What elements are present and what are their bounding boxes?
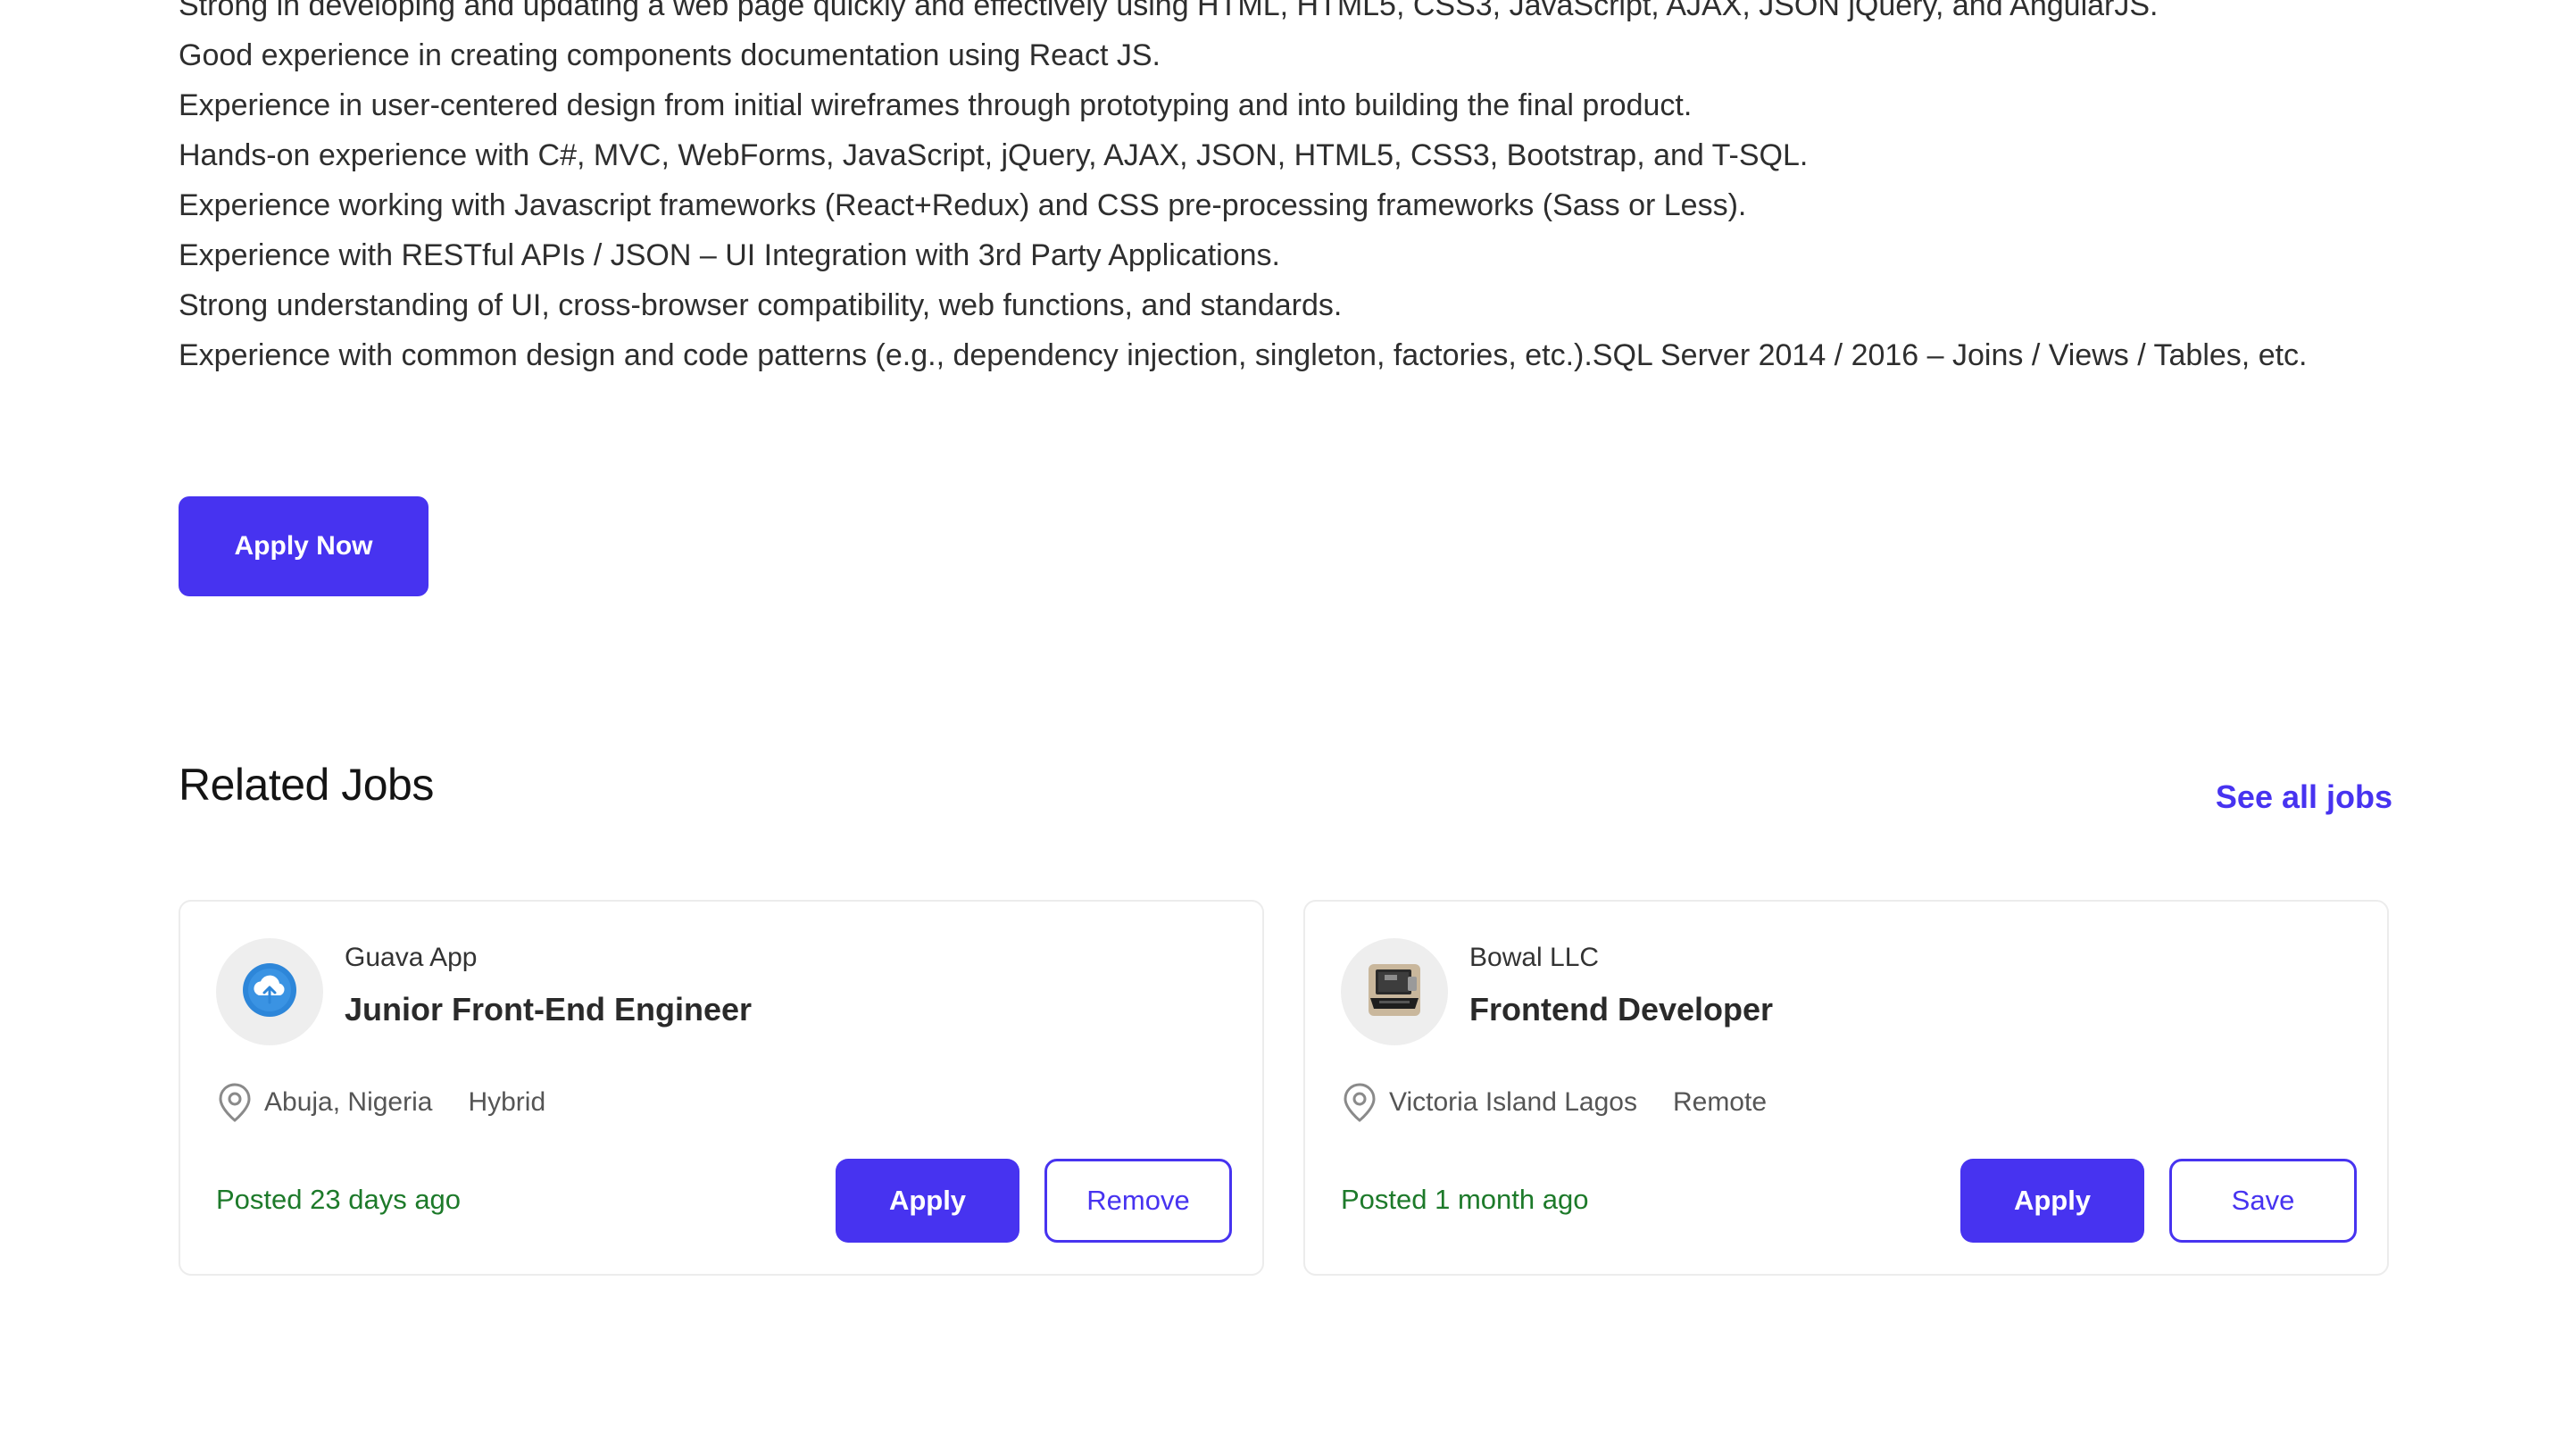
apply-button[interactable]: Apply [1960, 1159, 2144, 1243]
requirement-item: Strong in developing and updating a web … [179, 0, 2159, 22]
job-location: Victoria Island Lagos [1389, 1087, 1637, 1117]
posted-date: Posted 23 days ago [216, 1184, 462, 1215]
location-pin-icon [216, 1082, 254, 1123]
apply-now-button[interactable]: Apply Now [179, 496, 428, 596]
company-logo [216, 938, 323, 1045]
job-title[interactable]: Frontend Developer [1469, 991, 1773, 1028]
requirements-list: Strong in developing and updating a web … [179, 0, 2308, 380]
job-card[interactable]: Guava App Junior Front-End Engineer Abuj… [179, 900, 1264, 1276]
requirement-item: Experience with RESTful APIs / JSON – UI… [179, 238, 1280, 272]
company-logo [1341, 938, 1448, 1045]
requirement-item: Strong understanding of UI, cross-browse… [179, 288, 1343, 322]
company-name: Bowal LLC [1469, 943, 1600, 972]
requirement-item: Good experience in creating components d… [179, 38, 1161, 72]
job-meta: Victoria Island Lagos Remote [1341, 1082, 1767, 1123]
job-card[interactable]: Bowal LLC Frontend Developer Victoria Is… [1303, 900, 2389, 1276]
location-pin-icon [1341, 1082, 1378, 1123]
job-work-type: Remote [1672, 1087, 1768, 1117]
posted-date: Posted 1 month ago [1341, 1184, 1589, 1215]
job-meta: Abuja, Nigeria Hybrid [216, 1082, 545, 1123]
save-button[interactable]: Save [2169, 1159, 2357, 1243]
related-jobs-list: Guava App Junior Front-End Engineer Abuj… [179, 900, 2392, 1279]
requirement-item: Experience with common design and code p… [179, 338, 2308, 372]
company-name: Guava App [345, 943, 478, 972]
job-work-type: Hybrid [468, 1087, 546, 1117]
requirement-item: Experience working with Javascript frame… [179, 188, 1747, 222]
job-detail-page: Strong in developing and updating a web … [0, 0, 2571, 1456]
requirement-item: Experience in user-centered design from … [179, 88, 1693, 122]
remove-button[interactable]: Remove [1044, 1159, 1232, 1243]
laptop-icon [1363, 959, 1426, 1026]
related-jobs-heading: Related Jobs [179, 760, 434, 810]
apply-button[interactable]: Apply [836, 1159, 1019, 1243]
see-all-jobs-link[interactable]: See all jobs [2216, 778, 2392, 816]
requirement-item: Hands-on experience with C#, MVC, WebFor… [179, 138, 1809, 172]
job-title[interactable]: Junior Front-End Engineer [345, 991, 752, 1028]
job-location: Abuja, Nigeria [264, 1087, 433, 1117]
cloud-upload-icon [241, 961, 298, 1023]
